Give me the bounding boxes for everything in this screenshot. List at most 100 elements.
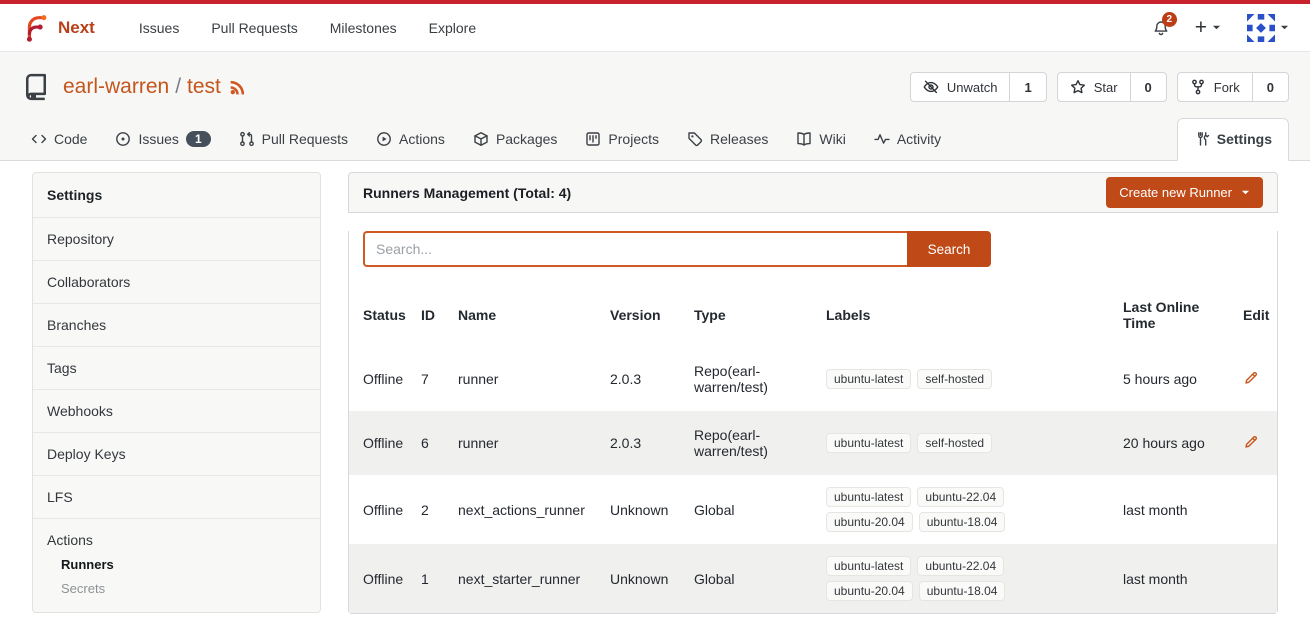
runner-edit-cell	[1235, 347, 1277, 411]
repo-name-link[interactable]: test	[187, 75, 221, 99]
tools-icon	[1194, 131, 1210, 147]
tab-pull-requests[interactable]: Pull Requests	[229, 119, 358, 160]
repo-owner-link[interactable]: earl-warren	[63, 75, 169, 99]
tab-code[interactable]: Code	[21, 119, 97, 160]
tab-actions[interactable]: Actions	[366, 119, 455, 160]
runner-label-badge: ubuntu-18.04	[919, 581, 1006, 601]
rss-icon[interactable]	[229, 78, 247, 96]
runner-id-cell: 7	[413, 347, 450, 411]
panel-body: Search Status ID Name Version Type	[348, 231, 1278, 614]
edit-runner-button[interactable]	[1243, 370, 1259, 386]
tab-label: Code	[54, 131, 87, 147]
notification-badge: 2	[1162, 12, 1177, 27]
fork-label: Fork	[1214, 80, 1240, 95]
runner-edit-cell	[1235, 411, 1277, 475]
sidebar-item-repository[interactable]: Repository	[33, 218, 320, 261]
caret-down-icon	[1212, 23, 1221, 32]
fork-button-group: Fork 0	[1177, 72, 1289, 102]
runner-type-cell: Repo(earl-warren/test)	[686, 347, 818, 411]
table-row: Offline7runner2.0.3Repo(earl-warren/test…	[349, 347, 1277, 411]
avatar	[1247, 14, 1275, 42]
tab-activity[interactable]: Activity	[864, 119, 951, 160]
eye-slash-icon	[923, 79, 939, 95]
create-runner-button[interactable]: Create new Runner	[1106, 177, 1263, 208]
tab-issues[interactable]: Issues1	[105, 119, 220, 160]
star-count[interactable]: 0	[1130, 73, 1166, 101]
repo-title: earl-warren / test	[63, 75, 221, 99]
forgejo-logo-icon	[21, 13, 51, 43]
tab-wiki[interactable]: Wiki	[786, 119, 855, 160]
notifications-button[interactable]: 2	[1153, 20, 1169, 36]
sidebar-item-branches[interactable]: Branches	[33, 304, 320, 347]
table-header-row: Status ID Name Version Type Labels Last …	[349, 287, 1277, 347]
home-link[interactable]: Next	[21, 13, 95, 43]
tab-label: Settings	[1217, 131, 1272, 147]
code-icon	[31, 131, 47, 147]
tab-label: Projects	[608, 131, 659, 147]
unwatch-button[interactable]: Unwatch	[911, 73, 1010, 101]
sidebar-item-secrets[interactable]: Secrets	[47, 572, 306, 596]
search-bar: Search	[363, 231, 1263, 267]
runner-edit-cell	[1235, 544, 1277, 613]
sidebar-item-collaborators[interactable]: Collaborators	[33, 261, 320, 304]
tab-label: Issues	[138, 131, 178, 147]
caret-down-icon	[1241, 188, 1250, 197]
caret-down-icon	[1280, 23, 1289, 32]
book-icon	[796, 131, 812, 147]
sidebar-item-lfs[interactable]: LFS	[33, 476, 320, 519]
runner-status-cell: Offline	[349, 411, 413, 475]
project-icon	[585, 131, 601, 147]
runner-type-cell: Repo(earl-warren/test)	[686, 411, 818, 475]
repo-title-row: earl-warren / test Unwatch1Star0Fork0	[0, 52, 1310, 118]
unwatch-count[interactable]: 1	[1009, 73, 1045, 101]
fork-button[interactable]: Fork	[1178, 73, 1252, 101]
repo-icon	[21, 72, 51, 102]
nav-link-milestones[interactable]: Milestones	[314, 20, 413, 36]
runner-labels-cell: ubuntu-latestself-hosted	[818, 411, 1115, 475]
runner-label-badge: ubuntu-latest	[826, 433, 911, 453]
user-menu[interactable]	[1247, 14, 1289, 42]
column-header-edit: Edit	[1235, 287, 1277, 347]
fork-count[interactable]: 0	[1252, 73, 1288, 101]
pulse-icon	[874, 131, 890, 147]
path-separator: /	[175, 75, 181, 99]
star-button[interactable]: Star	[1058, 73, 1130, 101]
nav-link-explore[interactable]: Explore	[413, 20, 492, 36]
runner-last-online-cell: 5 hours ago	[1115, 347, 1235, 411]
sidebar-item-actions[interactable]: Actions	[47, 532, 306, 548]
sidebar-item-runners[interactable]: Runners	[47, 548, 306, 572]
sidebar-item-webhooks[interactable]: Webhooks	[33, 390, 320, 433]
sidebar-item-deploy-keys[interactable]: Deploy Keys	[33, 433, 320, 476]
search-input[interactable]	[363, 231, 907, 267]
nav-link-pull-requests[interactable]: Pull Requests	[195, 20, 313, 36]
tab-packages[interactable]: Packages	[463, 119, 567, 160]
table-row: Offline2next_actions_runnerUnknownGlobal…	[349, 475, 1277, 544]
nav-link-issues[interactable]: Issues	[123, 20, 195, 36]
tab-settings[interactable]: Settings	[1177, 118, 1289, 161]
search-button[interactable]: Search	[907, 231, 991, 267]
runner-labels-cell: ubuntu-latestubuntu-22.04ubuntu-20.04ubu…	[818, 475, 1115, 544]
column-header-name: Name	[450, 287, 602, 347]
runner-version-cell: Unknown	[602, 544, 686, 613]
repo-tabs: Code Issues1Pull Requests Actions Packages P…	[0, 118, 1310, 161]
runner-label-badge: ubuntu-20.04	[826, 581, 913, 601]
tab-releases[interactable]: Releases	[677, 119, 778, 160]
content-area: SettingsRepositoryCollaboratorsBranchesT…	[0, 161, 1310, 614]
runner-version-cell: Unknown	[602, 475, 686, 544]
create-runner-label: Create new Runner	[1119, 185, 1232, 200]
sidebar-item-tags[interactable]: Tags	[33, 347, 320, 390]
column-header-status: Status	[349, 287, 413, 347]
runner-label-badge: ubuntu-latest	[826, 556, 911, 576]
unwatch-label: Unwatch	[947, 80, 998, 95]
tab-projects[interactable]: Projects	[575, 119, 669, 160]
runner-label-badge: ubuntu-22.04	[917, 556, 1004, 576]
labels-list: ubuntu-latestubuntu-22.04ubuntu-20.04ubu…	[826, 487, 1018, 532]
runner-last-online-cell: 20 hours ago	[1115, 411, 1235, 475]
tab-label: Wiki	[819, 131, 845, 147]
pull-request-icon	[239, 131, 255, 147]
runner-labels-cell: ubuntu-latestself-hosted	[818, 347, 1115, 411]
create-new-dropdown[interactable]: +	[1195, 17, 1221, 38]
runner-name-cell: runner	[450, 347, 602, 411]
tab-label: Actions	[399, 131, 445, 147]
edit-runner-button[interactable]	[1243, 434, 1259, 450]
